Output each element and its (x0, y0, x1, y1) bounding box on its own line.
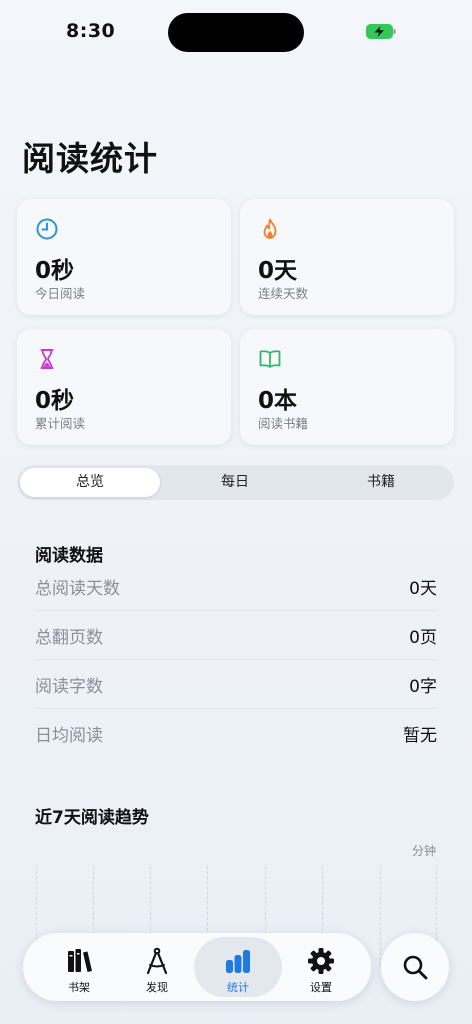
tab-label: 设置 (310, 981, 332, 994)
row-label: 日均阅读 (35, 726, 103, 746)
stat-card-total-reading: 0秒 累计阅读 (17, 329, 231, 445)
tab-settings[interactable]: 设置 (277, 937, 365, 997)
segment-books[interactable]: 书籍 (311, 468, 451, 497)
tab-statistics[interactable]: 统计 (194, 937, 282, 997)
bookshelf-icon (68, 949, 92, 972)
stat-label: 连续天数 (258, 286, 309, 301)
clock-icon (36, 218, 58, 240)
tab-bar: 书架 发现 统计 设置 (23, 933, 371, 1001)
hourglass-icon (40, 349, 54, 369)
flame-icon (263, 218, 277, 239)
row-label: 阅读字数 (35, 677, 103, 697)
row-value: 0字 (409, 677, 437, 697)
stat-value: 0天 (258, 258, 298, 284)
tab-bookshelf[interactable]: 书架 (35, 937, 123, 997)
bar-chart-icon (226, 950, 250, 973)
row-value: 0页 (409, 628, 437, 648)
tab-label: 书架 (68, 981, 90, 994)
row-label: 总翻页数 (35, 628, 103, 648)
tab-label: 统计 (227, 981, 249, 994)
stat-value: 0秒 (35, 258, 75, 284)
stat-value: 0秒 (35, 388, 75, 414)
gear-icon (308, 948, 334, 974)
battery-charging-icon (366, 24, 396, 39)
segment-overview[interactable]: 总览 (20, 468, 160, 497)
search-icon (403, 955, 428, 980)
tab-discover[interactable]: 发现 (113, 937, 201, 997)
search-button[interactable] (381, 933, 449, 1001)
stat-card-today-reading: 0秒 今日阅读 (17, 199, 231, 315)
data-row-daily-average: 日均阅读 暂无 (35, 709, 437, 758)
row-label: 总阅读天数 (35, 579, 120, 599)
status-bar: 8:30 (0, 0, 472, 60)
trend-title: 近7天阅读趋势 (35, 808, 149, 828)
tab-label: 发现 (146, 981, 168, 994)
view-segmented-control: 总览 每日 书籍 (17, 465, 454, 500)
stat-label: 阅读书籍 (258, 416, 309, 431)
row-value: 0天 (409, 579, 437, 599)
row-value: 暂无 (403, 726, 437, 746)
status-time: 8:30 (66, 20, 116, 42)
data-row-total-pages: 总翻页数 0页 (35, 611, 437, 660)
compass-icon (146, 947, 168, 975)
dynamic-island (168, 13, 304, 52)
stat-card-streak-days: 0天 连续天数 (240, 199, 454, 315)
chart-gridline (380, 866, 381, 966)
stat-card-books-read: 0本 阅读书籍 (240, 329, 454, 445)
stat-label: 今日阅读 (35, 286, 86, 301)
data-row-total-days: 总阅读天数 0天 (35, 562, 437, 611)
book-open-icon (259, 350, 281, 368)
stat-value: 0本 (258, 388, 298, 414)
page-title: 阅读统计 (22, 139, 158, 178)
trend-unit-label: 分钟 (412, 844, 437, 858)
data-row-word-count: 阅读字数 0字 (35, 660, 437, 709)
stat-label: 累计阅读 (35, 416, 86, 431)
segment-daily[interactable]: 每日 (165, 468, 305, 497)
